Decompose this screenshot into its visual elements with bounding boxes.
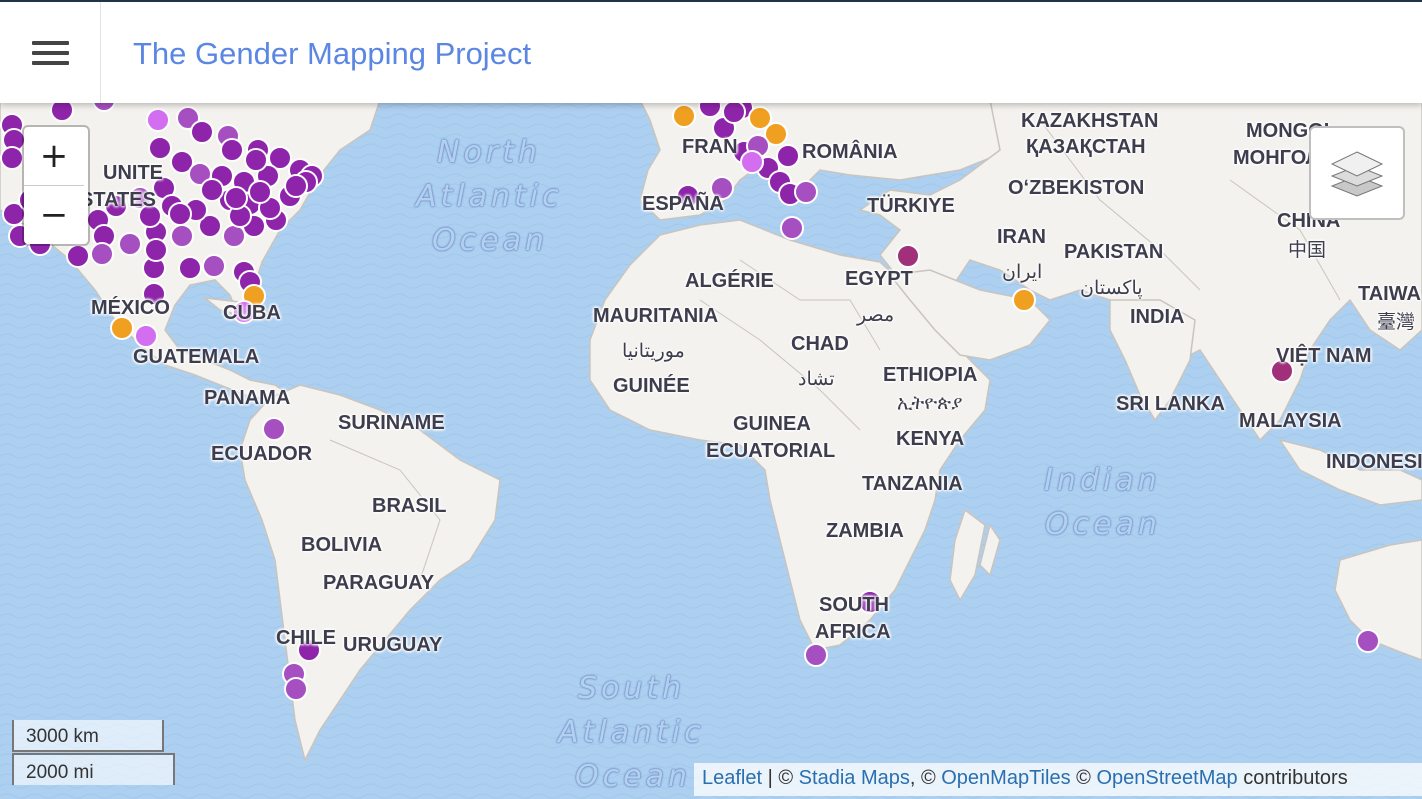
map-marker[interactable] — [672, 104, 696, 128]
map-marker[interactable] — [232, 300, 256, 324]
map-marker[interactable] — [146, 108, 170, 132]
layers-icon — [1330, 151, 1384, 197]
map-marker[interactable] — [297, 638, 321, 662]
map-marker[interactable] — [200, 178, 224, 202]
map-marker[interactable] — [168, 202, 192, 226]
openmaptiles-link[interactable]: OpenMapTiles — [941, 767, 1070, 789]
map-marker[interactable] — [0, 146, 24, 170]
map-marker[interactable] — [134, 324, 158, 348]
attribution-suffix: contributors — [1237, 767, 1348, 789]
map-marker[interactable] — [794, 180, 818, 204]
map-marker[interactable] — [202, 254, 226, 278]
openstreetmap-link[interactable]: OpenStreetMap — [1096, 767, 1237, 789]
map-marker[interactable] — [780, 216, 804, 240]
zoom-out-button[interactable]: − — [24, 186, 84, 244]
map-marker[interactable] — [66, 244, 90, 268]
map-marker[interactable] — [722, 100, 746, 124]
map-marker[interactable] — [144, 238, 168, 262]
map-marker[interactable] — [1012, 288, 1036, 312]
zoom-in-button[interactable]: + — [24, 127, 84, 186]
attribution-separator: | © — [762, 767, 799, 789]
map-marker[interactable] — [284, 677, 308, 701]
map-marker[interactable] — [710, 176, 734, 200]
map-marker[interactable] — [858, 590, 882, 614]
map-view[interactable]: North Atlantic Ocean South Atlantic Ocea… — [0, 0, 1422, 799]
map-marker[interactable] — [224, 186, 248, 210]
map-marker[interactable] — [740, 150, 764, 174]
map-marker[interactable] — [220, 138, 244, 162]
map-marker[interactable] — [142, 282, 166, 306]
page-title: The Gender Mapping Project — [133, 36, 532, 71]
map-marker[interactable] — [284, 174, 308, 198]
hamburger-menu-icon — [31, 35, 69, 71]
map-marker[interactable] — [244, 148, 268, 172]
zoom-control: + − — [22, 125, 90, 246]
menu-button[interactable] — [0, 2, 101, 103]
map-marker[interactable] — [1356, 629, 1380, 653]
map-marker[interactable] — [118, 232, 142, 256]
map-attribution: Leaflet | © Stadia Maps, © OpenMapTiles … — [694, 763, 1422, 796]
map-marker[interactable] — [190, 120, 214, 144]
map-marker[interactable] — [110, 316, 134, 340]
map-marker[interactable] — [90, 242, 114, 266]
map-marker[interactable] — [896, 244, 920, 268]
map-marker[interactable] — [776, 144, 800, 168]
attribution-separator: , © — [909, 767, 942, 789]
leaflet-link[interactable]: Leaflet — [702, 767, 762, 789]
layers-control-button[interactable] — [1309, 126, 1405, 220]
map-marker[interactable] — [170, 224, 194, 248]
map-marker[interactable] — [148, 136, 172, 160]
scale-imperial: 2000 mi — [12, 753, 175, 785]
map-marker[interactable] — [138, 204, 162, 228]
stadia-maps-link[interactable]: Stadia Maps — [799, 767, 910, 789]
map-marker[interactable] — [248, 180, 272, 204]
attribution-separator: © — [1070, 767, 1097, 789]
map-marker[interactable] — [262, 417, 286, 441]
map-marker[interactable] — [178, 256, 202, 280]
basemap — [0, 0, 1422, 799]
app-header: The Gender Mapping Project — [0, 0, 1422, 103]
map-marker[interactable] — [676, 184, 700, 208]
map-marker[interactable] — [1270, 359, 1294, 383]
map-marker[interactable] — [804, 643, 828, 667]
scale-metric: 3000 km — [12, 720, 164, 752]
